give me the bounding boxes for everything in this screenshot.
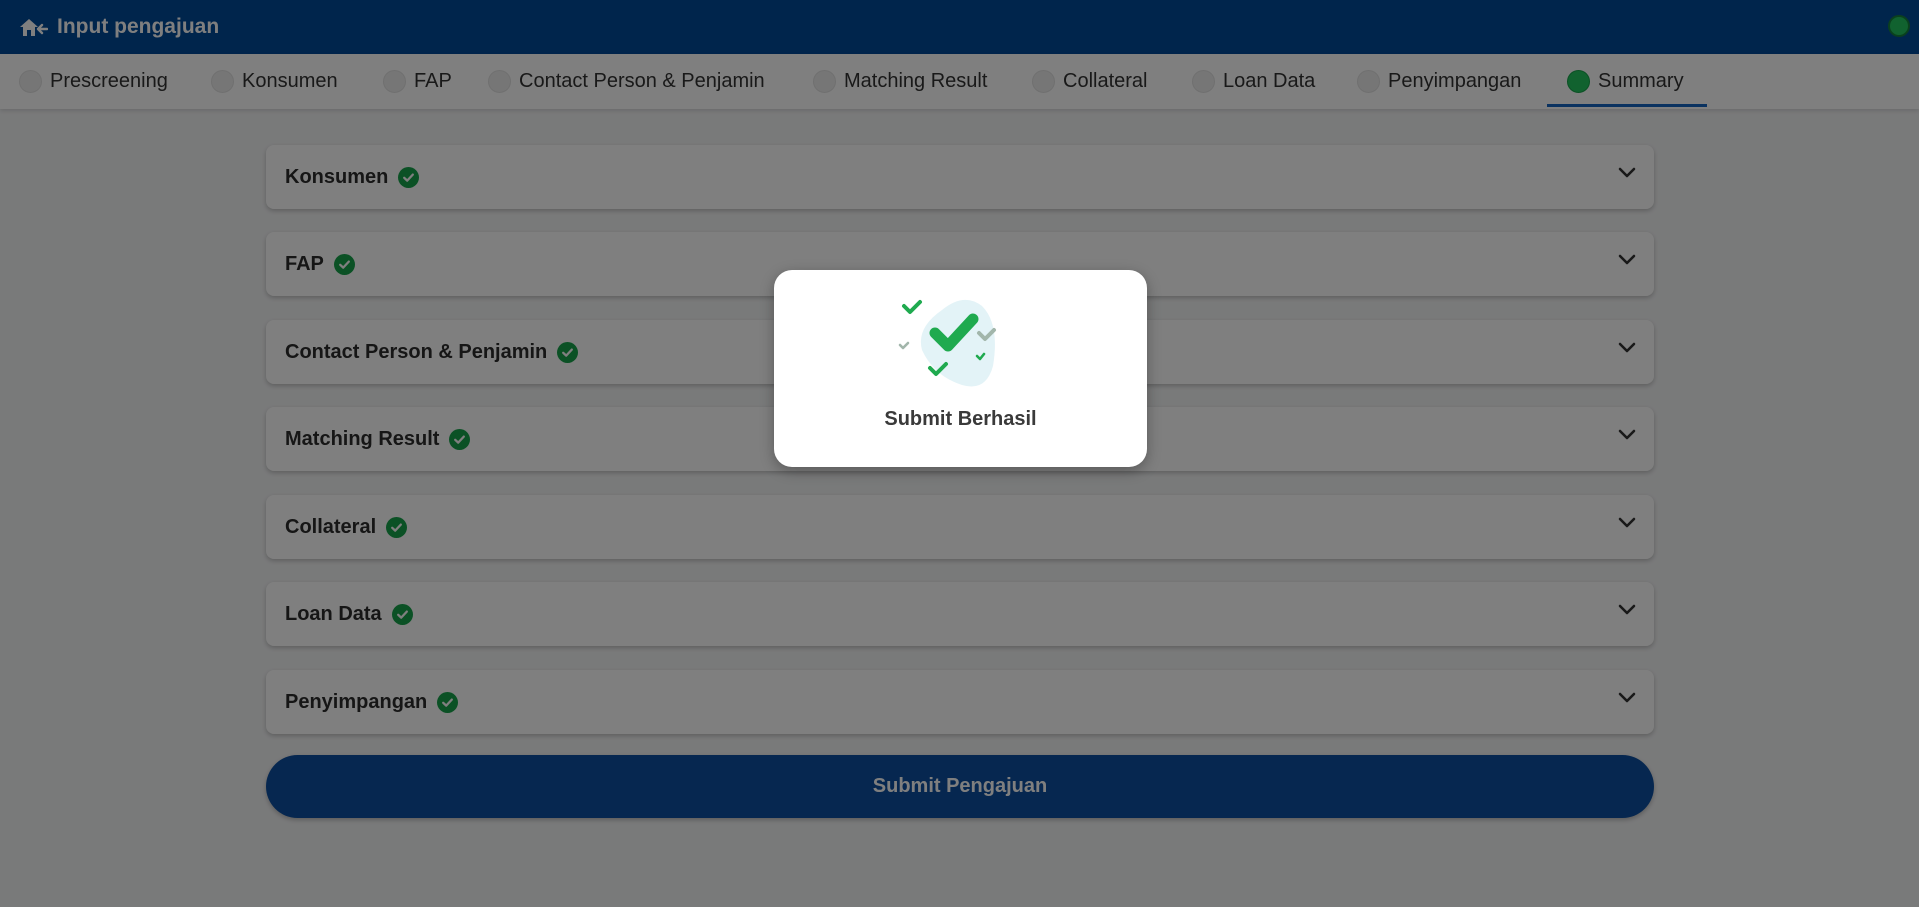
success-message: Submit Berhasil [884, 408, 1037, 430]
success-dialog: Submit Berhasil [774, 270, 1147, 467]
success-checkmarks-icon [898, 299, 996, 387]
